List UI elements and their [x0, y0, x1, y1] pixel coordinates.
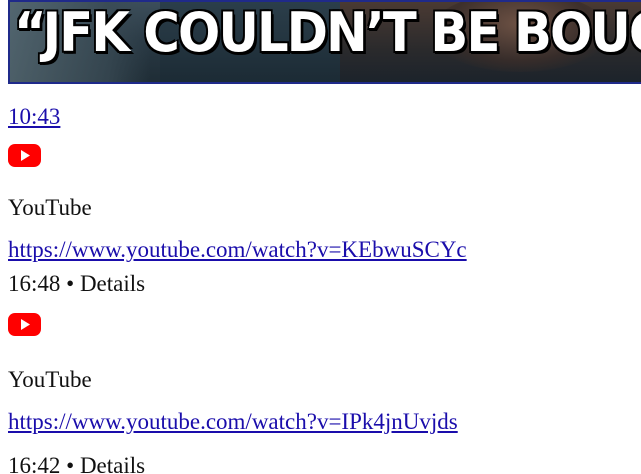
source-name: YouTube — [8, 195, 92, 220]
source-name: YouTube — [8, 367, 92, 392]
result-url-link[interactable]: https://www.youtube.com/watch?v=KEbwuSCY… — [8, 236, 467, 264]
youtube-icon — [8, 313, 41, 336]
video-thumbnail[interactable]: “JFK COULDN’T BE BOUGHT” — [8, 0, 641, 84]
result-url-link[interactable]: https://www.youtube.com/watch?v=IPk4jnUv… — [8, 408, 458, 436]
youtube-icon — [8, 144, 41, 167]
result-meta: 16:42 • Details — [8, 453, 146, 474]
thumbnail-headline: “JFK COULDN’T BE BOUGHT” — [14, 1, 641, 64]
result-meta: 16:48 • Details — [8, 271, 146, 296]
video-duration-link[interactable]: 10:43 — [8, 103, 60, 131]
